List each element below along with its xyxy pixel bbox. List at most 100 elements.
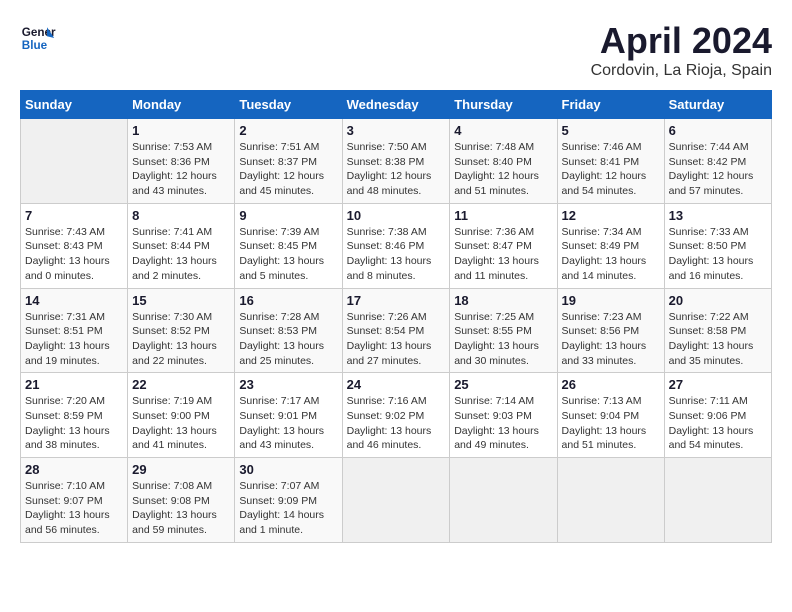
calendar-cell: 5 Sunrise: 7:46 AM Sunset: 8:41 PM Daylig… [557, 119, 664, 204]
day-info: Sunrise: 7:25 AM Sunset: 8:55 PM Dayligh… [454, 310, 552, 369]
calendar-week-row: 28 Sunrise: 7:10 AM Sunset: 9:07 PM Dayli… [21, 458, 772, 543]
calendar-cell: 12 Sunrise: 7:34 AM Sunset: 8:49 PM Dayli… [557, 203, 664, 288]
calendar-cell: 23 Sunrise: 7:17 AM Sunset: 9:01 PM Dayli… [235, 373, 342, 458]
calendar-table: SundayMondayTuesdayWednesdayThursdayFrid… [20, 90, 772, 543]
day-number: 20 [669, 293, 767, 308]
weekday-header-cell: Saturday [664, 91, 771, 119]
calendar-cell: 19Sunrise: 7:23 AM Sunset: 8:56 PM Dayli… [557, 288, 664, 373]
day-info: Sunrise: 7:39 AM Sunset: 8:45 PM Dayligh… [239, 225, 337, 284]
calendar-cell: 22 Sunrise: 7:19 AM Sunset: 9:00 PM Dayli… [128, 373, 235, 458]
day-info: Sunrise: 7:17 AM Sunset: 9:01 PM Dayligh… [239, 394, 337, 453]
day-info: Sunrise: 7:33 AM Sunset: 8:50 PM Dayligh… [669, 225, 767, 284]
day-info: Sunrise: 7:20 AM Sunset: 8:59 PM Dayligh… [25, 394, 123, 453]
logo: General Blue [20, 20, 56, 56]
day-number: 1 [132, 123, 230, 138]
calendar-cell: 27 Sunrise: 7:11 AM Sunset: 9:06 PM Dayli… [664, 373, 771, 458]
calendar-cell: 28 Sunrise: 7:10 AM Sunset: 9:07 PM Dayli… [21, 458, 128, 543]
calendar-cell: 14 Sunrise: 7:31 AM Sunset: 8:51 PM Dayli… [21, 288, 128, 373]
day-info: Sunrise: 7:16 AM Sunset: 9:02 PM Dayligh… [347, 394, 446, 453]
weekday-header-cell: Monday [128, 91, 235, 119]
day-number: 17 [347, 293, 446, 308]
day-number: 28 [25, 462, 123, 477]
calendar-cell: 21 Sunrise: 7:20 AM Sunset: 8:59 PM Dayli… [21, 373, 128, 458]
day-number: 23 [239, 377, 337, 392]
calendar-cell: 1 Sunrise: 7:53 AM Sunset: 8:36 PM Daylig… [128, 119, 235, 204]
calendar-cell [342, 458, 450, 543]
day-number: 29 [132, 462, 230, 477]
day-info: Sunrise: 7:31 AM Sunset: 8:51 PM Dayligh… [25, 310, 123, 369]
day-number: 25 [454, 377, 552, 392]
day-info: Sunrise: 7:51 AM Sunset: 8:37 PM Dayligh… [239, 140, 337, 199]
day-number: 12 [562, 208, 660, 223]
day-info: Sunrise: 7:13 AM Sunset: 9:04 PM Dayligh… [562, 394, 660, 453]
weekday-header-cell: Friday [557, 91, 664, 119]
svg-text:Blue: Blue [22, 39, 48, 52]
calendar-cell [664, 458, 771, 543]
weekday-header-cell: Thursday [450, 91, 557, 119]
calendar-cell: 29 Sunrise: 7:08 AM Sunset: 9:08 PM Dayli… [128, 458, 235, 543]
day-info: Sunrise: 7:22 AM Sunset: 8:58 PM Dayligh… [669, 310, 767, 369]
day-info: Sunrise: 7:53 AM Sunset: 8:36 PM Dayligh… [132, 140, 230, 199]
day-number: 19 [562, 293, 660, 308]
day-number: 11 [454, 208, 552, 223]
day-number: 8 [132, 208, 230, 223]
calendar-cell: 26 Sunrise: 7:13 AM Sunset: 9:04 PM Dayli… [557, 373, 664, 458]
day-info: Sunrise: 7:43 AM Sunset: 8:43 PM Dayligh… [25, 225, 123, 284]
month-title: April 2024 [591, 20, 772, 62]
calendar-cell: 25 Sunrise: 7:14 AM Sunset: 9:03 PM Dayli… [450, 373, 557, 458]
day-number: 6 [669, 123, 767, 138]
day-info: Sunrise: 7:11 AM Sunset: 9:06 PM Dayligh… [669, 394, 767, 453]
day-number: 2 [239, 123, 337, 138]
calendar-cell: 3 Sunrise: 7:50 AM Sunset: 8:38 PM Daylig… [342, 119, 450, 204]
calendar-week-row: 7 Sunrise: 7:43 AM Sunset: 8:43 PM Daylig… [21, 203, 772, 288]
day-number: 21 [25, 377, 123, 392]
day-info: Sunrise: 7:19 AM Sunset: 9:00 PM Dayligh… [132, 394, 230, 453]
day-number: 5 [562, 123, 660, 138]
weekday-header-cell: Wednesday [342, 91, 450, 119]
day-number: 26 [562, 377, 660, 392]
svg-text:General: General [22, 26, 56, 39]
calendar-cell: 24 Sunrise: 7:16 AM Sunset: 9:02 PM Dayli… [342, 373, 450, 458]
day-info: Sunrise: 7:30 AM Sunset: 8:52 PM Dayligh… [132, 310, 230, 369]
day-info: Sunrise: 7:28 AM Sunset: 8:53 PM Dayligh… [239, 310, 337, 369]
weekday-header-row: SundayMondayTuesdayWednesdayThursdayFrid… [21, 91, 772, 119]
weekday-header-cell: Tuesday [235, 91, 342, 119]
calendar-cell: 8 Sunrise: 7:41 AM Sunset: 8:44 PM Daylig… [128, 203, 235, 288]
calendar-cell: 7 Sunrise: 7:43 AM Sunset: 8:43 PM Daylig… [21, 203, 128, 288]
calendar-cell: 6Sunrise: 7:44 AM Sunset: 8:42 PM Daylig… [664, 119, 771, 204]
calendar-cell: 11 Sunrise: 7:36 AM Sunset: 8:47 PM Dayli… [450, 203, 557, 288]
calendar-cell: 15Sunrise: 7:30 AM Sunset: 8:52 PM Dayli… [128, 288, 235, 373]
day-number: 27 [669, 377, 767, 392]
day-info: Sunrise: 7:26 AM Sunset: 8:54 PM Dayligh… [347, 310, 446, 369]
day-info: Sunrise: 7:07 AM Sunset: 9:09 PM Dayligh… [239, 479, 337, 538]
day-number: 10 [347, 208, 446, 223]
calendar-cell: 10 Sunrise: 7:38 AM Sunset: 8:46 PM Dayli… [342, 203, 450, 288]
day-number: 24 [347, 377, 446, 392]
day-info: Sunrise: 7:08 AM Sunset: 9:08 PM Dayligh… [132, 479, 230, 538]
day-number: 3 [347, 123, 446, 138]
day-number: 18 [454, 293, 552, 308]
day-number: 7 [25, 208, 123, 223]
day-info: Sunrise: 7:10 AM Sunset: 9:07 PM Dayligh… [25, 479, 123, 538]
day-number: 22 [132, 377, 230, 392]
day-number: 16 [239, 293, 337, 308]
day-info: Sunrise: 7:38 AM Sunset: 8:46 PM Dayligh… [347, 225, 446, 284]
logo-icon: General Blue [20, 20, 56, 56]
day-info: Sunrise: 7:46 AM Sunset: 8:41 PM Dayligh… [562, 140, 660, 199]
day-info: Sunrise: 7:34 AM Sunset: 8:49 PM Dayligh… [562, 225, 660, 284]
calendar-cell: 9 Sunrise: 7:39 AM Sunset: 8:45 PM Daylig… [235, 203, 342, 288]
day-info: Sunrise: 7:14 AM Sunset: 9:03 PM Dayligh… [454, 394, 552, 453]
day-info: Sunrise: 7:50 AM Sunset: 8:38 PM Dayligh… [347, 140, 446, 199]
calendar-cell: 20 Sunrise: 7:22 AM Sunset: 8:58 PM Dayli… [664, 288, 771, 373]
title-block: April 2024 Cordovin, La Rioja, Spain [591, 20, 772, 80]
day-info: Sunrise: 7:36 AM Sunset: 8:47 PM Dayligh… [454, 225, 552, 284]
calendar-cell: 13 Sunrise: 7:33 AM Sunset: 8:50 PM Dayli… [664, 203, 771, 288]
calendar-cell: 2 Sunrise: 7:51 AM Sunset: 8:37 PM Daylig… [235, 119, 342, 204]
day-info: Sunrise: 7:41 AM Sunset: 8:44 PM Dayligh… [132, 225, 230, 284]
calendar-cell [557, 458, 664, 543]
calendar-cell: 4Sunrise: 7:48 AM Sunset: 8:40 PM Daylig… [450, 119, 557, 204]
day-number: 14 [25, 293, 123, 308]
day-number: 13 [669, 208, 767, 223]
calendar-cell: 16 Sunrise: 7:28 AM Sunset: 8:53 PM Dayli… [235, 288, 342, 373]
day-number: 9 [239, 208, 337, 223]
